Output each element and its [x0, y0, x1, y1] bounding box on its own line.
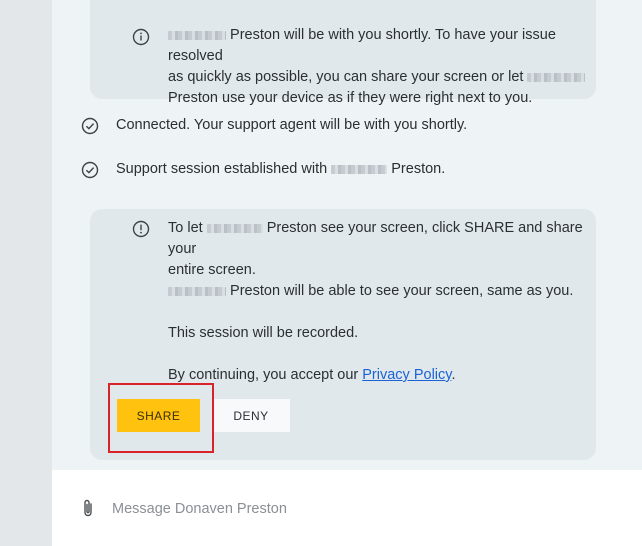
paperclip-icon[interactable] [78, 497, 98, 519]
share-line1-prefix: To let [168, 220, 203, 236]
info-message-text: Preston will be with you shortly. To hav… [168, 25, 588, 109]
deny-button[interactable]: DENY [212, 399, 290, 432]
redacted-name [168, 286, 226, 296]
privacy-policy-link[interactable]: Privacy Policy [362, 367, 451, 383]
status-text: Support session established with [116, 161, 328, 177]
alert-circle-icon [131, 219, 151, 239]
chat-panel: Preston will be with you shortly. To hav… [52, 0, 642, 546]
status-message-established: Support session established with Preston… [116, 159, 445, 180]
status-text: Connected. Your support agent will be wi… [116, 117, 468, 133]
info-line2: as quickly as possible, you can share yo… [168, 69, 524, 85]
share-request-text: To let Preston see your screen, click SH… [168, 218, 590, 386]
info-line3: Preston use your device as if they were … [168, 90, 533, 106]
status-text-suffix: Preston. [391, 161, 446, 177]
consent-text: By continuing, you accept our [168, 367, 359, 383]
message-input[interactable] [112, 496, 612, 522]
redacted-name [331, 164, 388, 174]
redacted-name [206, 223, 263, 233]
recorded-notice: This session will be recorded. [168, 325, 359, 341]
redacted-name [168, 30, 226, 40]
redacted-name [527, 72, 586, 82]
share-line2: entire screen. [168, 262, 256, 278]
info-circle-icon [131, 27, 151, 47]
message-composer [52, 470, 642, 546]
share-button[interactable]: SHARE [117, 399, 200, 432]
info-message-bubble: Preston will be with you shortly. To hav… [90, 0, 596, 106]
consent-period: . [451, 367, 456, 383]
check-circle-icon [80, 116, 100, 136]
check-circle-icon [80, 160, 100, 180]
status-message-connected: Connected. Your support agent will be wi… [116, 115, 467, 136]
share-line3: Preston will be able to see your screen,… [230, 283, 574, 299]
info-line1: Preston will be with you shortly. To hav… [168, 27, 556, 64]
